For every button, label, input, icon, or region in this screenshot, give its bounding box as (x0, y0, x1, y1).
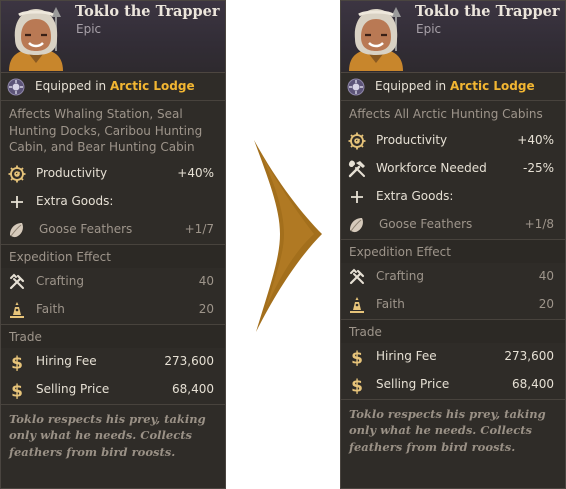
extra-good-row: Goose Feathers +1/8 (341, 211, 565, 239)
equipped-prefix: Equipped in (375, 79, 450, 93)
tooltip-card-after: Toklo the Trapper Epic Equipped in Arctic … (340, 0, 566, 489)
expedition-row: Crafting 40 (1, 268, 225, 296)
arrow-right-icon (254, 140, 322, 332)
tooltip-card-before: Toklo the Trapper Epic Equipped in Arctic … (0, 0, 226, 489)
equipped-text: Equipped in Arctic Lodge (375, 79, 535, 93)
extra-goods-row: Extra Goods: (341, 183, 565, 211)
extra-goods-label: Extra Goods: (376, 188, 454, 203)
trade-value: 68,400 (512, 376, 554, 391)
expedition-label: Crafting (376, 268, 424, 283)
trade-label: Selling Price (36, 381, 110, 396)
specialist-name: Toklo the Trapper (415, 3, 560, 20)
extra-good-value: +1/8 (524, 216, 554, 231)
dollar-icon (8, 381, 26, 399)
stat-value: +40% (177, 165, 214, 180)
trade-row: Hiring Fee 273,600 (341, 343, 565, 371)
expedition-row: Faith 20 (341, 291, 565, 319)
dollar-icon (348, 376, 366, 394)
trade-section-title: Trade (1, 323, 225, 348)
equipped-text: Equipped in Arctic Lodge (35, 79, 195, 93)
faith-icon (8, 301, 26, 319)
extra-good-row: Goose Feathers +1/7 (1, 216, 225, 244)
equipped-row: Equipped in Arctic Lodge (1, 73, 225, 101)
extra-goods-label: Extra Goods: (36, 193, 114, 208)
stat-row: Productivity +40% (1, 160, 225, 188)
expedition-value: 40 (538, 268, 554, 283)
flavor-text: Toklo respects his prey, taking only wha… (341, 398, 565, 462)
equipped-location: Arctic Lodge (449, 79, 535, 93)
trade-value: 273,600 (504, 348, 554, 363)
expedition-label: Faith (36, 301, 65, 316)
affects-text: Affects Whaling Station, Seal Hunting Do… (9, 107, 203, 154)
portrait-avatar (5, 5, 67, 71)
equipped-row: Equipped in Arctic Lodge (341, 73, 565, 101)
stat-label: Productivity (36, 165, 108, 180)
trade-label: Hiring Fee (36, 353, 97, 368)
stat-value: -25% (522, 160, 554, 175)
crafting-tools-icon (8, 273, 26, 291)
dollar-icon (8, 353, 26, 371)
flavor-text: Toklo respects his prey, taking only wha… (1, 403, 225, 467)
trade-row: Selling Price 68,400 (1, 376, 225, 404)
extra-goods-row: Extra Goods: (1, 188, 225, 216)
rarity-label: Epic (416, 22, 442, 36)
trade-value: 273,600 (164, 353, 214, 368)
expedition-row: Crafting 40 (341, 263, 565, 291)
faith-icon (348, 296, 366, 314)
stat-value: +40% (517, 132, 554, 147)
rarity-label: Epic (76, 22, 102, 36)
trade-row: Selling Price 68,400 (341, 371, 565, 399)
trade-label: Selling Price (376, 376, 450, 391)
hammer-wrench-icon (348, 160, 366, 178)
expedition-section-title: Expedition Effect (1, 243, 225, 268)
stat-row: Productivity +40% (341, 127, 565, 155)
stat-label: Productivity (376, 132, 448, 147)
stat-row: Workforce Needed -25% (341, 155, 565, 183)
card-header: Toklo the Trapper Epic (341, 1, 565, 73)
plus-icon (8, 193, 26, 211)
trade-label: Hiring Fee (376, 348, 437, 363)
building-seal-icon (7, 78, 25, 96)
expedition-label: Faith (376, 296, 405, 311)
extra-good-label: Goose Feathers (39, 221, 133, 236)
trade-section-title: Trade (341, 318, 565, 343)
stat-label: Workforce Needed (376, 160, 487, 175)
crafting-tools-icon (348, 268, 366, 286)
expedition-value: 40 (198, 273, 214, 288)
feather-icon (348, 216, 366, 234)
expedition-value: 20 (538, 296, 554, 311)
extra-good-label: Goose Feathers (379, 216, 473, 231)
specialist-name: Toklo the Trapper (75, 3, 220, 20)
expedition-value: 20 (198, 301, 214, 316)
expedition-label: Crafting (36, 273, 84, 288)
feather-icon (8, 221, 26, 239)
portrait-avatar (345, 5, 407, 71)
expedition-row: Faith 20 (1, 296, 225, 324)
extra-good-value: +1/7 (184, 221, 214, 236)
expedition-section-title: Expedition Effect (341, 238, 565, 263)
trade-row: Hiring Fee 273,600 (1, 348, 225, 376)
gear-icon (8, 165, 26, 183)
dollar-icon (348, 348, 366, 366)
equipped-prefix: Equipped in (35, 79, 110, 93)
building-seal-icon (347, 78, 365, 96)
trade-value: 68,400 (172, 381, 214, 396)
equipped-location: Arctic Lodge (109, 79, 195, 93)
card-header: Toklo the Trapper Epic (1, 1, 225, 73)
gear-icon (348, 132, 366, 150)
affects-text: Affects All Arctic Hunting Cabins (349, 107, 543, 121)
plus-icon (348, 188, 366, 206)
